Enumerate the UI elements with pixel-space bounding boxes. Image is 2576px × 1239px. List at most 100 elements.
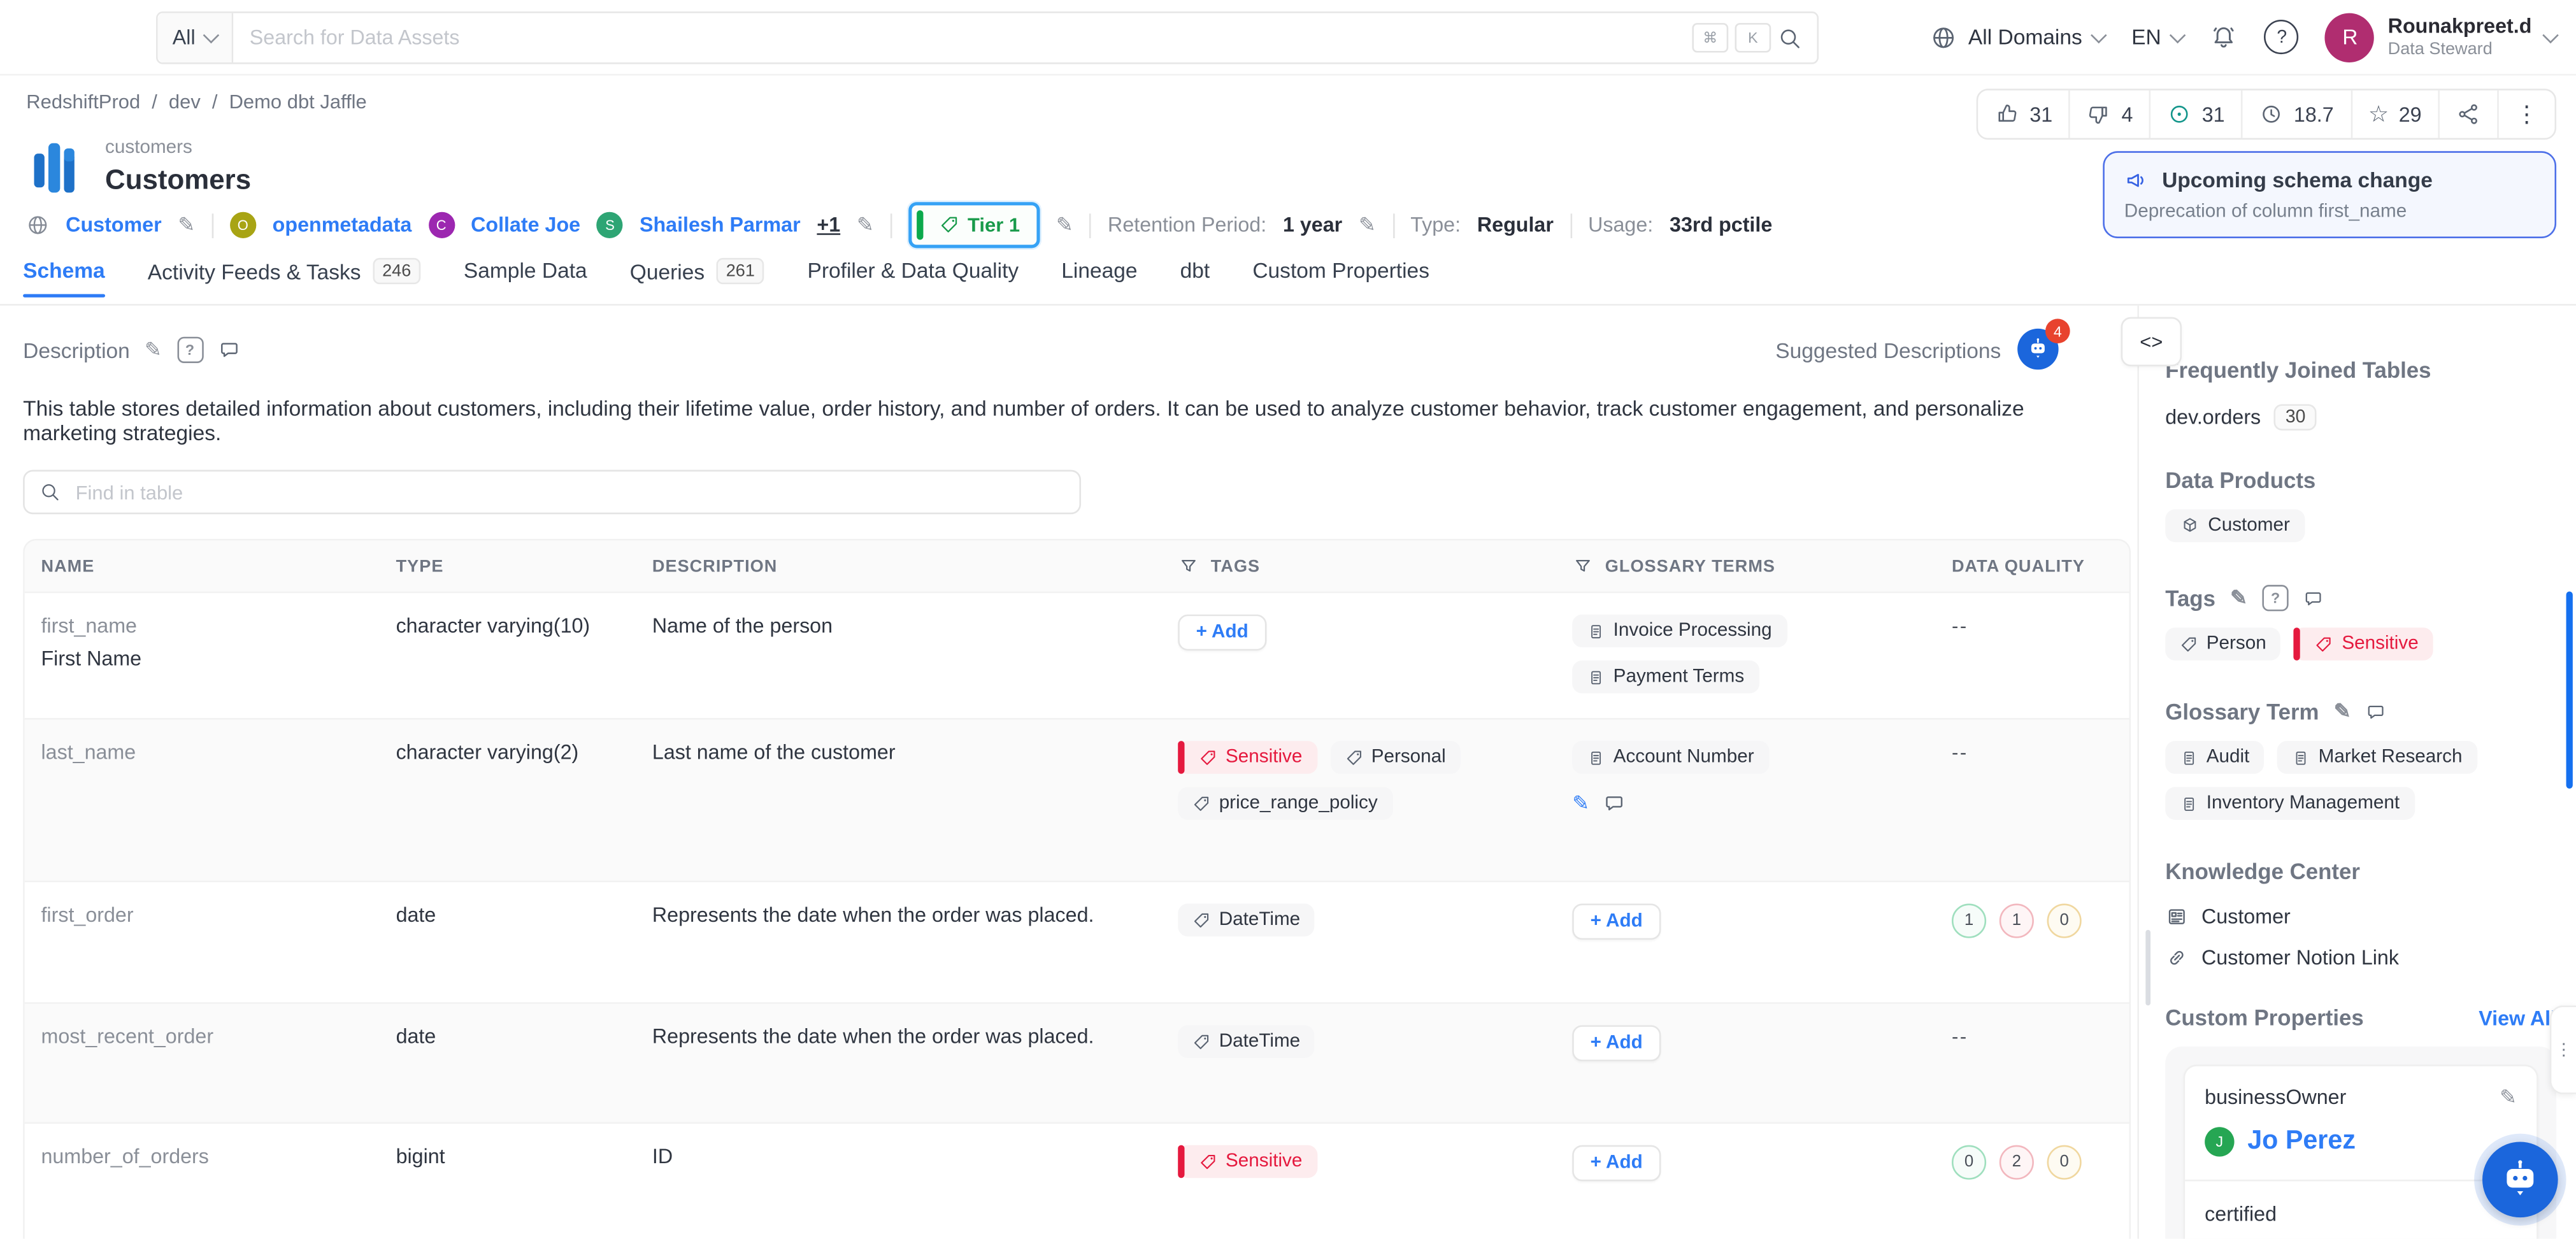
notifications-bell-icon[interactable] [2210,23,2238,51]
breadcrumb-schema[interactable]: Demo dbt Jaffle [229,90,367,113]
chevron-down-icon [2170,26,2187,43]
tag-chip[interactable]: Person [2165,627,2281,661]
quality-aborted-count[interactable]: 0 [2047,903,2082,938]
tab-custom-properties[interactable]: Custom Properties [1252,258,1429,296]
star-icon: ☆ [2368,100,2389,127]
search-scope-select[interactable]: All [157,13,233,63]
tab-dbt[interactable]: dbt [1180,258,1210,296]
domains-selector[interactable]: All Domains [1931,24,2108,50]
glossary-chip[interactable]: Audit [2165,741,2265,774]
language-selector[interactable]: EN [2131,25,2187,49]
column-type: character varying(10) [396,614,590,638]
tag-chip[interactable]: DateTime [1178,903,1315,937]
chat-assistant-button[interactable] [2482,1142,2558,1218]
tab-schema[interactable]: Schema [23,258,105,297]
star-count: 29 [2398,103,2422,126]
find-in-table-input[interactable] [72,478,1065,506]
watch-count: 31 [2201,103,2225,126]
find-in-table[interactable] [23,469,1082,515]
downvote-button[interactable]: 4 [2071,90,2151,138]
request-description-icon[interactable]: ? [176,336,203,363]
edit-glossary-icon[interactable]: ✎ [2334,702,2351,722]
tag-chip-sensitive[interactable]: Sensitive [1178,741,1317,774]
add-glossary-button[interactable]: + Add [1572,1145,1661,1182]
edit-property-icon[interactable]: ✎ [2500,1087,2517,1108]
comments-icon[interactable] [2303,587,2325,609]
tab-queries[interactable]: Queries 261 [630,257,765,297]
tag-chip-sensitive[interactable]: Sensitive [1178,1145,1317,1178]
tab-profiler[interactable]: Profiler & Data Quality [807,258,1019,296]
add-glossary-button[interactable]: + Add [1572,903,1661,940]
collapse-panel-code-button[interactable]: <> [2121,317,2182,367]
glossary-chip[interactable]: Payment Terms [1572,660,1759,694]
more-actions-button[interactable]: ⋮ [2499,90,2555,138]
type-value: Regular [1477,213,1554,237]
knowledge-link-item[interactable]: Customer Notion Link [2165,947,2556,970]
global-search[interactable]: All ⌘ K [156,11,1819,64]
filter-icon[interactable] [1572,555,1594,577]
comments-icon[interactable] [1604,792,1627,815]
tag-chip[interactable]: price_range_policy [1178,787,1392,820]
upvote-button[interactable]: 31 [1979,90,2071,138]
tier-chip[interactable]: Tier 1 [908,202,1040,248]
edit-tags-icon[interactable]: ✎ [2230,588,2247,608]
quality-aborted-count[interactable]: 0 [2047,1145,2082,1180]
panel-resize-handle[interactable] [2145,929,2151,1006]
announcement-card[interactable]: Upcoming schema change Deprecation of co… [2103,151,2557,238]
column-name: number_of_orders [41,1145,209,1168]
owner-link[interactable]: Shailesh Parmar [640,213,801,236]
glossary-chip[interactable]: Inventory Management [2165,787,2415,820]
edit-retention-icon[interactable]: ✎ [1359,215,1376,235]
data-product-chip[interactable]: Customer [2165,509,2305,543]
owner-link[interactable]: Collate Joe [471,213,580,236]
help-icon[interactable]: ? [2265,19,2300,55]
knowledge-article-item[interactable]: Customer [2165,905,2556,928]
tag-chip[interactable]: DateTime [1178,1025,1315,1058]
tab-sample-data[interactable]: Sample Data [464,258,587,296]
filter-icon[interactable] [1178,555,1199,577]
add-tag-button[interactable]: + Add [1178,614,1267,651]
property-owner-link[interactable]: Jo Perez [2247,1127,2356,1156]
tag-chip[interactable]: Personal [1330,741,1461,774]
collapsed-widget-tab[interactable]: ⋮ [2549,1005,2576,1094]
search-icon[interactable] [1778,25,1803,50]
col-name: NAME [41,556,95,576]
breadcrumb-service[interactable]: RedshiftProd [26,90,140,113]
owner-link[interactable]: openmetadata [273,213,412,236]
domain-link[interactable]: Customer [66,213,161,236]
comments-icon[interactable] [218,338,241,361]
scrollbar-thumb[interactable] [2566,591,2573,789]
request-tags-icon[interactable]: ? [2262,585,2289,612]
quality-success-count[interactable]: 1 [1951,903,1987,938]
comments-icon[interactable] [2366,701,2387,723]
search-input[interactable] [233,26,1692,50]
glossary-chip[interactable]: Invoice Processing [1572,614,1787,648]
edit-tier-icon[interactable]: ✎ [1056,215,1073,235]
view-all-link[interactable]: View All [2479,1006,2556,1029]
edit-glossary-icon[interactable]: ✎ [1572,793,1589,813]
user-menu[interactable]: R Rounakpreet.d Data Steward [2325,12,2559,62]
freshness-indicator[interactable]: 18.7 [2243,90,2352,138]
kebab-menu-icon: ⋮ [2515,100,2538,127]
watch-button[interactable]: 31 [2151,90,2243,138]
edit-domain-icon[interactable]: ✎ [178,215,195,235]
quality-failed-count[interactable]: 2 [1999,1145,2034,1180]
tab-activity-feeds[interactable]: Activity Feeds & Tasks 246 [148,257,421,297]
joined-table-link[interactable]: dev.orders [2165,406,2261,429]
quality-failed-count[interactable]: 1 [1999,903,2034,938]
share-button[interactable] [2440,90,2499,138]
owners-more-link[interactable]: +1 [817,213,840,236]
edit-description-icon[interactable]: ✎ [145,340,162,360]
tab-lineage[interactable]: Lineage [1061,258,1137,296]
edit-owners-icon[interactable]: ✎ [857,215,874,235]
glossary-chip[interactable]: Market Research [2277,741,2477,774]
ai-suggestions-button[interactable]: 4 [2017,319,2070,371]
glossary-chip[interactable]: Account Number [1572,741,1769,774]
tag-chip-sensitive[interactable]: Sensitive [2294,627,2433,661]
thumbs-up-icon [1999,104,2017,122]
add-glossary-button[interactable]: + Add [1572,1025,1661,1062]
breadcrumb-database[interactable]: dev [169,90,201,113]
star-button[interactable]: ☆ 29 [2352,90,2440,138]
quality-success-count[interactable]: 0 [1951,1145,1987,1180]
joined-table-item[interactable]: dev.orders 30 [2165,404,2556,431]
